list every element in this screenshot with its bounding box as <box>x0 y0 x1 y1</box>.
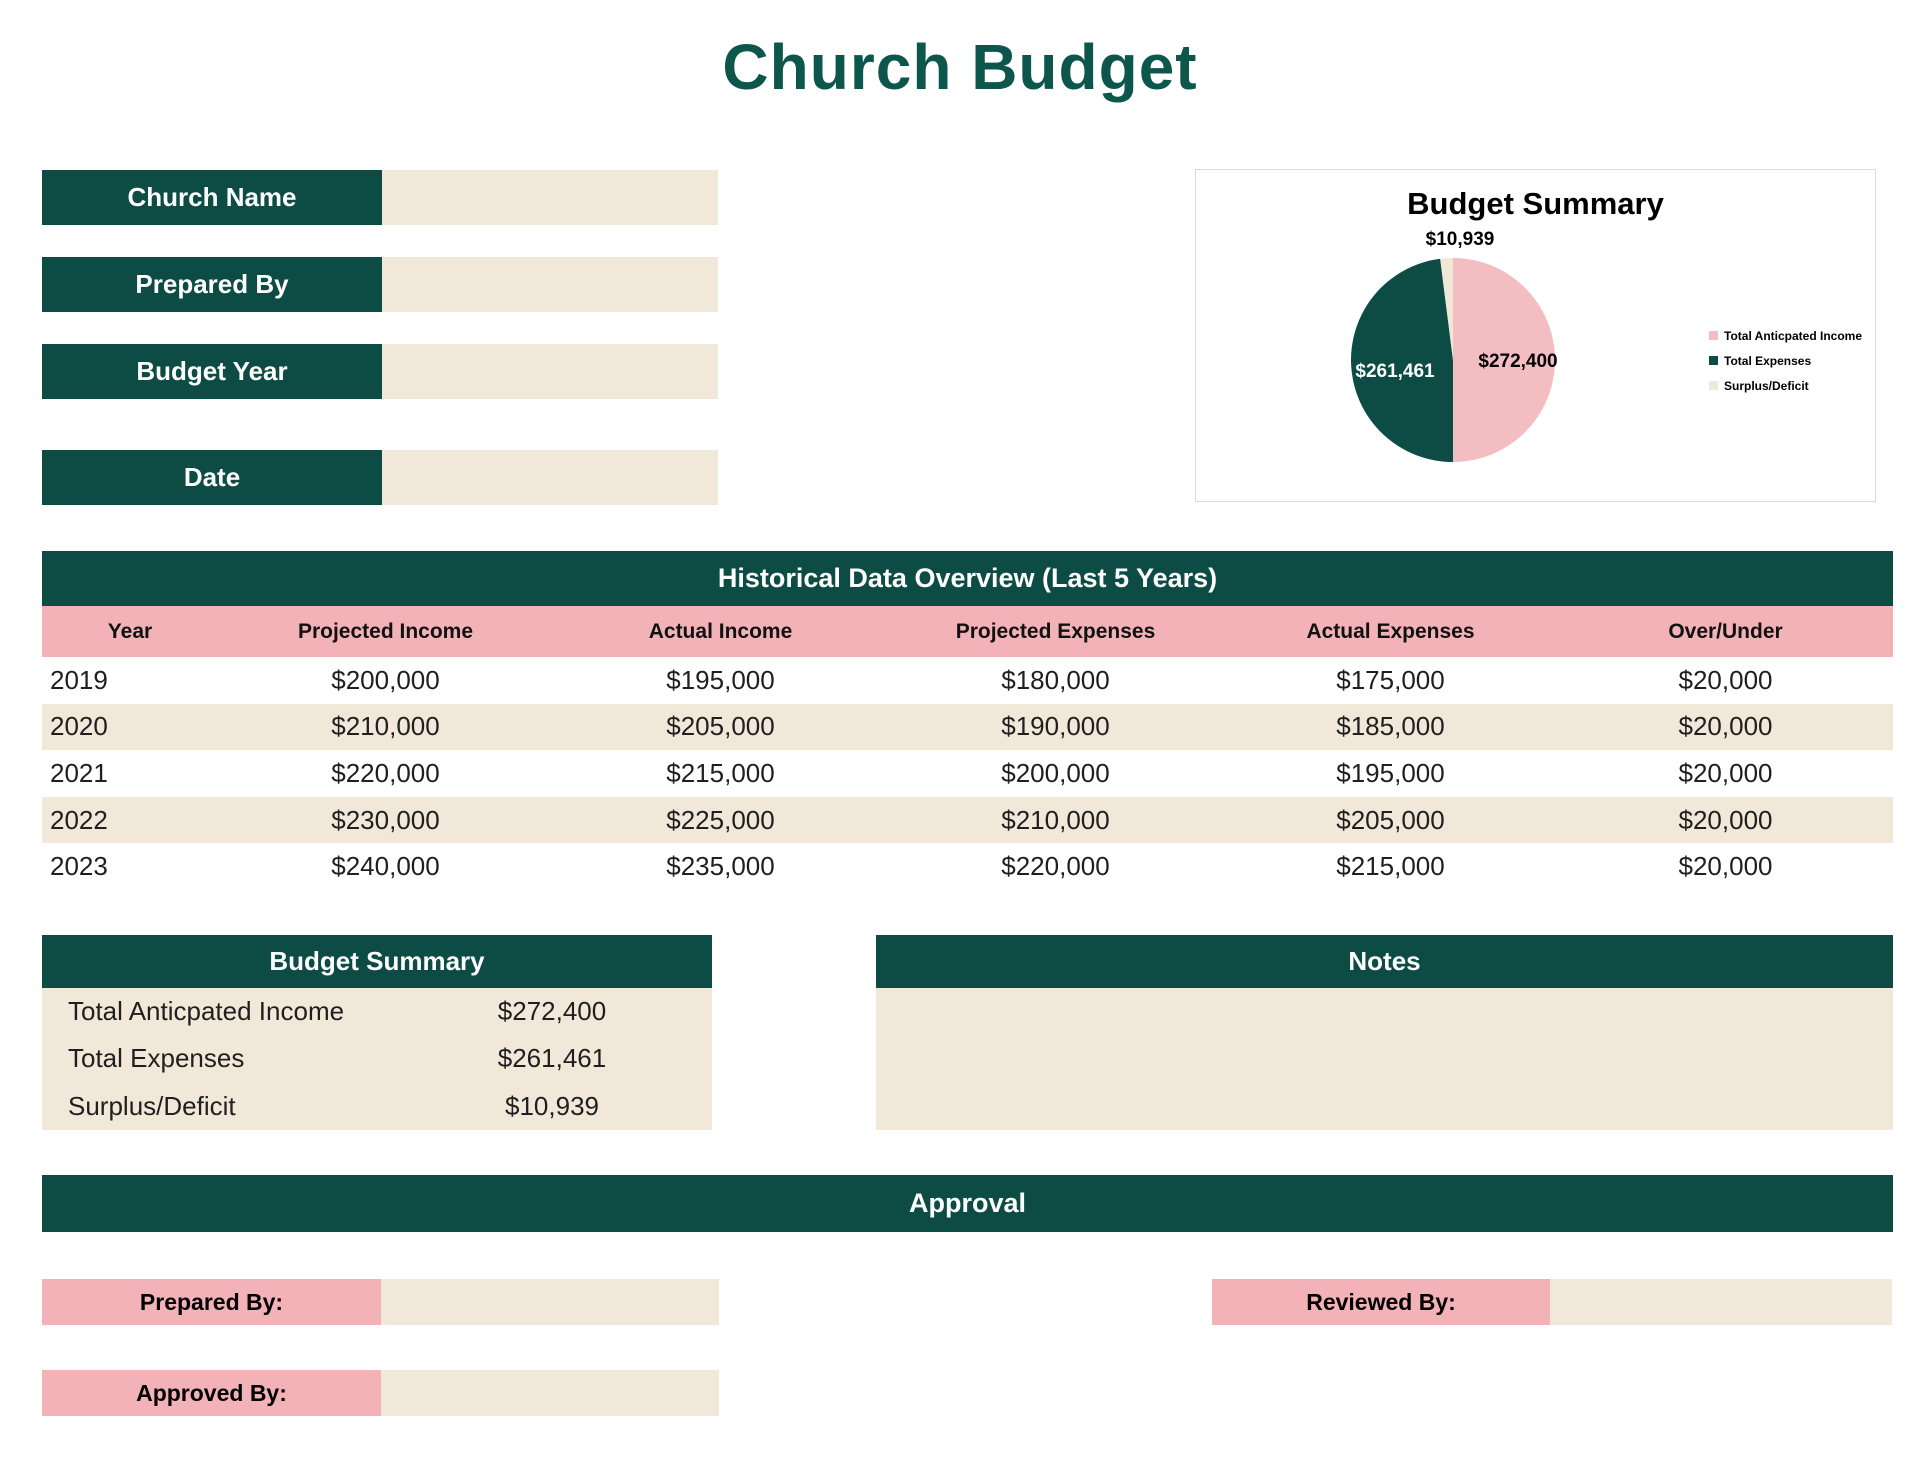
date-label: Date <box>42 450 382 505</box>
signature-row-prepared-by: Prepared By: <box>42 1279 719 1325</box>
approved-by-signature-input[interactable] <box>381 1370 719 1416</box>
column-header-year: Year <box>42 606 218 657</box>
cell-year: 2021 <box>42 750 218 797</box>
cell-actual-income: $225,000 <box>553 797 888 844</box>
summary-row-income: Total Anticpated Income $272,400 <box>42 988 712 1035</box>
cell-over-under: $20,000 <box>1558 797 1893 844</box>
table-row: 2023 $240,000 $235,000 $220,000 $215,000… <box>42 843 1893 890</box>
legend-swatch-surplus-icon <box>1709 381 1718 390</box>
cell-year: 2019 <box>42 657 218 704</box>
notes-input-area[interactable] <box>876 988 1893 1130</box>
prepared-by-label: Prepared By <box>42 257 382 312</box>
table-row: 2019 $200,000 $195,000 $180,000 $175,000… <box>42 657 1893 704</box>
cell-projected-income: $200,000 <box>218 657 553 704</box>
cell-projected-income: $210,000 <box>218 704 553 751</box>
notes-section-title: Notes <box>876 935 1893 988</box>
summary-section-body: Total Anticpated Income $272,400 Total E… <box>42 988 712 1130</box>
summary-value-income: $272,400 <box>432 996 672 1027</box>
summary-value-expenses: $261,461 <box>432 1043 672 1074</box>
legend-label-income: Total Anticpated Income <box>1724 329 1862 343</box>
approval-section-title: Approval <box>42 1175 1893 1232</box>
form-row-prepared-by: Prepared By <box>42 257 718 312</box>
form-row-church-name: Church Name <box>42 170 718 225</box>
pie-data-label-surplus: $10,939 <box>1385 229 1535 251</box>
budget-year-input[interactable] <box>382 344 718 399</box>
summary-row-expenses: Total Expenses $261,461 <box>42 1035 712 1082</box>
column-header-projected-expenses: Projected Expenses <box>888 606 1223 657</box>
cell-actual-income: $195,000 <box>553 657 888 704</box>
column-header-actual-expenses: Actual Expenses <box>1223 606 1558 657</box>
reviewed-by-signature-input[interactable] <box>1550 1279 1892 1325</box>
column-header-over-under: Over/Under <box>1558 606 1893 657</box>
cell-year: 2023 <box>42 843 218 890</box>
cell-projected-income: $220,000 <box>218 750 553 797</box>
legend-item-surplus: Surplus/Deficit <box>1709 373 1862 398</box>
cell-projected-income: $240,000 <box>218 843 553 890</box>
page-title: Church Budget <box>0 30 1920 104</box>
summary-section-title: Budget Summary <box>42 935 712 988</box>
signature-row-reviewed-by: Reviewed By: <box>1212 1279 1892 1325</box>
church-budget-sheet: Church Budget Church Name Prepared By Bu… <box>0 0 1920 1484</box>
cell-actual-expenses: $205,000 <box>1223 797 1558 844</box>
budget-year-label: Budget Year <box>42 344 382 399</box>
form-row-budget-year: Budget Year <box>42 344 718 399</box>
cell-projected-expenses: $220,000 <box>888 843 1223 890</box>
legend-swatch-income-icon <box>1709 331 1718 340</box>
cell-projected-expenses: $190,000 <box>888 704 1223 751</box>
cell-actual-expenses: $195,000 <box>1223 750 1558 797</box>
cell-projected-expenses: $210,000 <box>888 797 1223 844</box>
summary-row-surplus: Surplus/Deficit $10,939 <box>42 1083 712 1130</box>
cell-actual-income: $205,000 <box>553 704 888 751</box>
cell-actual-expenses: $185,000 <box>1223 704 1558 751</box>
history-table-title: Historical Data Overview (Last 5 Years) <box>42 551 1893 606</box>
legend-item-income: Total Anticpated Income <box>1709 323 1862 348</box>
summary-label-income: Total Anticpated Income <box>42 996 344 1027</box>
cell-actual-expenses: $215,000 <box>1223 843 1558 890</box>
legend-label-expenses: Total Expenses <box>1724 354 1811 368</box>
cell-over-under: $20,000 <box>1558 843 1893 890</box>
prepared-by-input[interactable] <box>382 257 718 312</box>
cell-projected-expenses: $180,000 <box>888 657 1223 704</box>
table-row: 2020 $210,000 $205,000 $190,000 $185,000… <box>42 704 1893 751</box>
prepared-by-signature-input[interactable] <box>381 1279 719 1325</box>
cell-actual-income: $235,000 <box>553 843 888 890</box>
chart-title: Budget Summary <box>1195 186 1876 222</box>
summary-value-surplus: $10,939 <box>432 1091 672 1122</box>
cell-actual-expenses: $175,000 <box>1223 657 1558 704</box>
table-row: 2021 $220,000 $215,000 $200,000 $195,000… <box>42 750 1893 797</box>
form-row-date: Date <box>42 450 718 505</box>
pie-data-label-expenses: $261,461 <box>1320 361 1470 383</box>
cell-projected-expenses: $200,000 <box>888 750 1223 797</box>
approved-by-signature-label: Approved By: <box>42 1370 381 1416</box>
cell-projected-income: $230,000 <box>218 797 553 844</box>
summary-label-surplus: Surplus/Deficit <box>42 1091 236 1122</box>
legend-label-surplus: Surplus/Deficit <box>1724 379 1809 393</box>
legend-item-expenses: Total Expenses <box>1709 348 1862 373</box>
cell-actual-income: $215,000 <box>553 750 888 797</box>
summary-label-expenses: Total Expenses <box>42 1043 244 1074</box>
cell-over-under: $20,000 <box>1558 750 1893 797</box>
date-input[interactable] <box>382 450 718 505</box>
church-name-input[interactable] <box>382 170 718 225</box>
church-name-label: Church Name <box>42 170 382 225</box>
legend-swatch-expenses-icon <box>1709 356 1718 365</box>
table-row: 2022 $230,000 $225,000 $210,000 $205,000… <box>42 797 1893 844</box>
column-header-projected-income: Projected Income <box>218 606 553 657</box>
history-table-header: Year Projected Income Actual Income Proj… <box>42 606 1893 657</box>
column-header-actual-income: Actual Income <box>553 606 888 657</box>
signature-row-approved-by: Approved By: <box>42 1370 719 1416</box>
cell-year: 2022 <box>42 797 218 844</box>
cell-year: 2020 <box>42 704 218 751</box>
chart-legend: Total Anticpated Income Total Expenses S… <box>1709 323 1862 398</box>
cell-over-under: $20,000 <box>1558 657 1893 704</box>
cell-over-under: $20,000 <box>1558 704 1893 751</box>
prepared-by-signature-label: Prepared By: <box>42 1279 381 1325</box>
history-table-body: 2019 $200,000 $195,000 $180,000 $175,000… <box>42 657 1893 890</box>
reviewed-by-signature-label: Reviewed By: <box>1212 1279 1550 1325</box>
